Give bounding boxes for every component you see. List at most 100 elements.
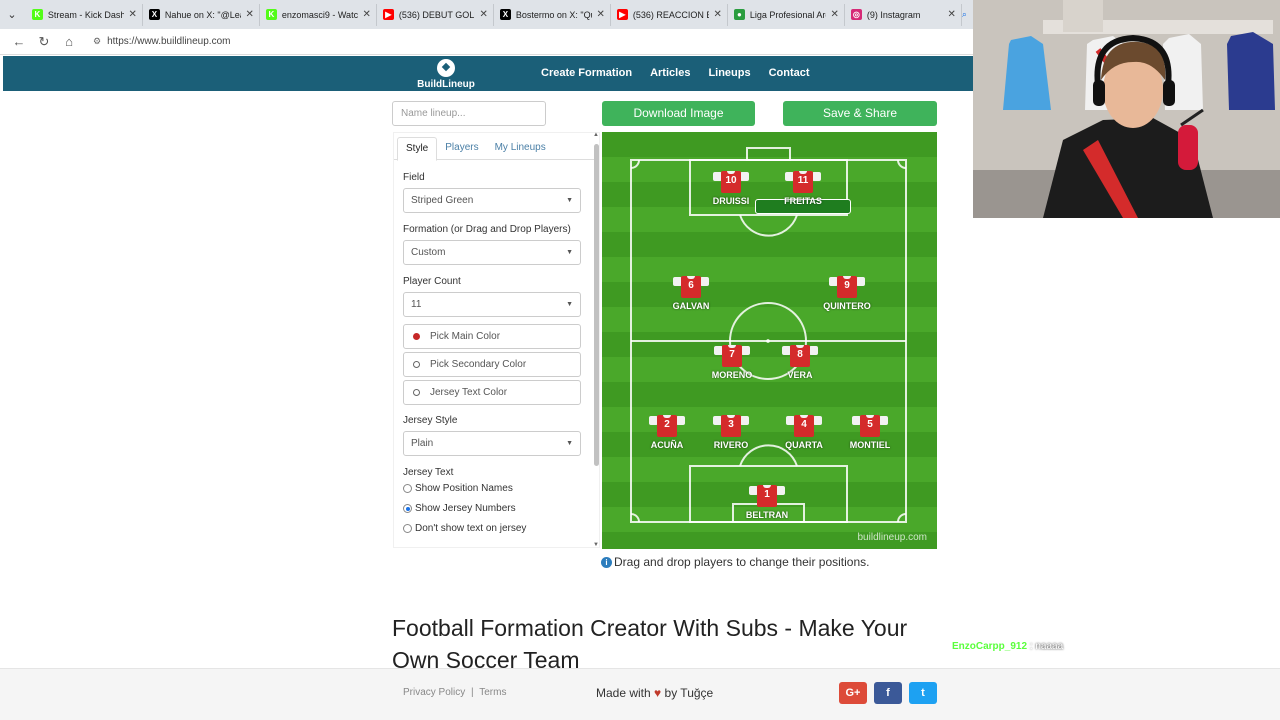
liga-icon: ● xyxy=(733,9,745,20)
heart-icon: ♥ xyxy=(654,686,662,700)
scroll-up-icon[interactable]: ▲ xyxy=(593,132,599,138)
download-image-button[interactable]: Download Image xyxy=(602,101,755,126)
player-token[interactable]: 10 DRUISSI xyxy=(701,171,761,206)
close-tab-icon[interactable]: ✕ xyxy=(947,9,955,20)
browser-tab-title: (536) DEBUT GOLEA xyxy=(398,9,475,20)
site-header: BuildLineup Create Formation Articles Li… xyxy=(3,56,973,91)
player-count-select[interactable]: 11 ▼ xyxy=(403,292,581,317)
field-select[interactable]: Striped Green ▼ xyxy=(403,188,581,213)
close-tab-icon[interactable]: ✕ xyxy=(362,9,370,20)
main-color-button[interactable]: Pick Main Color xyxy=(403,324,581,349)
player-token[interactable]: 8 VERA xyxy=(770,345,830,380)
facebook-icon[interactable]: f xyxy=(874,682,902,704)
browser-tab-title: Stream - Kick Dashb xyxy=(47,9,124,20)
footer: Privacy Policy | Terms Made with ♥ by Tu… xyxy=(0,668,1280,720)
site-logo[interactable]: BuildLineup xyxy=(415,59,477,90)
player-token[interactable]: 7 MORENO xyxy=(702,345,762,380)
panel-scrollbar[interactable]: ▲ ▼ xyxy=(593,132,600,548)
jersey-icon: 6 xyxy=(673,276,709,298)
player-name: DRUISSI xyxy=(712,196,750,206)
browser-tab[interactable]: ◎ (9) Instagram ✕ xyxy=(845,3,962,26)
close-tab-icon[interactable]: ✕ xyxy=(713,9,721,20)
close-tab-icon[interactable]: ✕ xyxy=(830,9,838,20)
scroll-down-icon[interactable]: ▼ xyxy=(593,542,599,548)
jersey-icon: 8 xyxy=(782,345,818,367)
tab-players[interactable]: Players xyxy=(437,137,486,160)
player-token[interactable]: 9 QUINTERO xyxy=(817,276,877,311)
player-token[interactable]: 11 FREITAS xyxy=(773,171,833,206)
nav-articles[interactable]: Articles xyxy=(650,67,690,79)
made-prefix: Made with xyxy=(596,686,651,700)
back-icon[interactable]: ← xyxy=(8,34,30,49)
kick-icon: K xyxy=(31,9,43,20)
jersey-number: 1 xyxy=(764,489,770,500)
player-token[interactable]: 1 BELTRAN xyxy=(737,485,797,520)
radio-button[interactable] xyxy=(403,504,412,513)
player-name: BELTRAN xyxy=(745,510,789,520)
tab-search-chevron-icon[interactable]: ⌄ xyxy=(4,5,20,25)
nav-contact[interactable]: Contact xyxy=(769,67,810,79)
radio-button[interactable] xyxy=(403,524,412,533)
save-share-button[interactable]: Save & Share xyxy=(783,101,937,126)
reload-icon[interactable]: ↻ xyxy=(33,34,55,50)
jersey-icon: 4 xyxy=(786,415,822,437)
tab-style[interactable]: Style xyxy=(397,137,438,161)
drag-hint: i Drag and drop players to change their … xyxy=(601,555,870,569)
tab-overflow-icon[interactable]: ⌕ xyxy=(962,9,973,20)
jersey-text-radio[interactable]: Show Position Names xyxy=(403,483,590,494)
home-icon[interactable]: ⌂ xyxy=(58,34,80,49)
tab-my-lineups[interactable]: My Lineups xyxy=(487,137,554,160)
player-name: QUARTA xyxy=(785,440,823,450)
jersey-icon: 11 xyxy=(785,171,821,193)
browser-tab[interactable]: X Bostermo on X: "Qu ✕ xyxy=(494,3,611,26)
radio-label: Don't show text on jersey xyxy=(415,523,527,534)
browser-tab[interactable]: K Stream - Kick Dashb ✕ xyxy=(26,3,143,26)
nav-create-formation[interactable]: Create Formation xyxy=(541,67,632,79)
google-plus-icon[interactable]: G+ xyxy=(839,682,867,704)
player-name: VERA xyxy=(787,370,813,380)
browser-tab[interactable]: Kenzomasci9 - Watch ✕ xyxy=(260,3,377,26)
made-suffix: by Tuğçe xyxy=(664,686,714,700)
player-name: ACUÑA xyxy=(650,440,684,450)
jersey-number: 11 xyxy=(797,175,809,186)
privacy-policy-link[interactable]: Privacy Policy xyxy=(403,687,465,698)
jersey-text-color-swatch xyxy=(413,389,420,396)
player-token[interactable]: 6 GALVAN xyxy=(661,276,721,311)
close-tab-icon[interactable]: ✕ xyxy=(596,9,604,20)
secondary-color-button[interactable]: Pick Secondary Color xyxy=(403,352,581,377)
jersey-text-color-button[interactable]: Jersey Text Color xyxy=(403,380,581,405)
player-token[interactable]: 3 RIVERO xyxy=(701,415,761,450)
scrollbar-thumb[interactable] xyxy=(594,144,599,466)
jersey-style-select[interactable]: Plain ▼ xyxy=(403,431,581,456)
jersey-number: 4 xyxy=(801,419,807,430)
jersey-text-radio[interactable]: Show Jersey Numbers xyxy=(403,503,590,514)
browser-tab[interactable]: ▶ (536) DEBUT GOLEA ✕ xyxy=(377,3,494,26)
browser-tab-title: Liga Profesional Arg xyxy=(749,9,826,20)
close-tab-icon[interactable]: ✕ xyxy=(479,9,487,20)
browser-tab[interactable]: X Nahue on X: "@Lean ✕ xyxy=(143,3,260,26)
field-select-value: Striped Green xyxy=(411,195,474,206)
player-token[interactable]: 2 ACUÑA xyxy=(637,415,697,450)
site-info-icon[interactable]: ⚙ xyxy=(93,36,101,47)
twitter-icon[interactable]: t xyxy=(909,682,937,704)
close-tab-icon[interactable]: ✕ xyxy=(245,9,253,20)
formation-select[interactable]: Custom ▼ xyxy=(403,240,581,265)
jersey-icon: 10 xyxy=(713,171,749,193)
jersey-icon: 7 xyxy=(714,345,750,367)
url-text: https://www.buildlineup.com xyxy=(107,36,231,47)
main-color-swatch xyxy=(413,333,420,340)
browser-tab[interactable]: ▶ (536) REACCION EN ✕ xyxy=(611,3,728,26)
url-field[interactable]: ⚙ https://www.buildlineup.com xyxy=(87,32,973,52)
terms-link[interactable]: Terms xyxy=(479,687,506,698)
close-tab-icon[interactable]: ✕ xyxy=(128,9,136,20)
jersey-number: 7 xyxy=(729,349,735,360)
jersey-text-radio[interactable]: Don't show text on jersey xyxy=(403,523,590,534)
lineup-name-input[interactable]: Name lineup... xyxy=(392,101,546,126)
jersey-number: 8 xyxy=(797,349,803,360)
radio-button[interactable] xyxy=(403,484,412,493)
player-token[interactable]: 5 MONTIEL xyxy=(840,415,900,450)
formation-select-value: Custom xyxy=(411,247,446,258)
browser-tab[interactable]: ● Liga Profesional Arg ✕ xyxy=(728,3,845,26)
nav-lineups[interactable]: Lineups xyxy=(708,67,750,79)
player-token[interactable]: 4 QUARTA xyxy=(774,415,834,450)
